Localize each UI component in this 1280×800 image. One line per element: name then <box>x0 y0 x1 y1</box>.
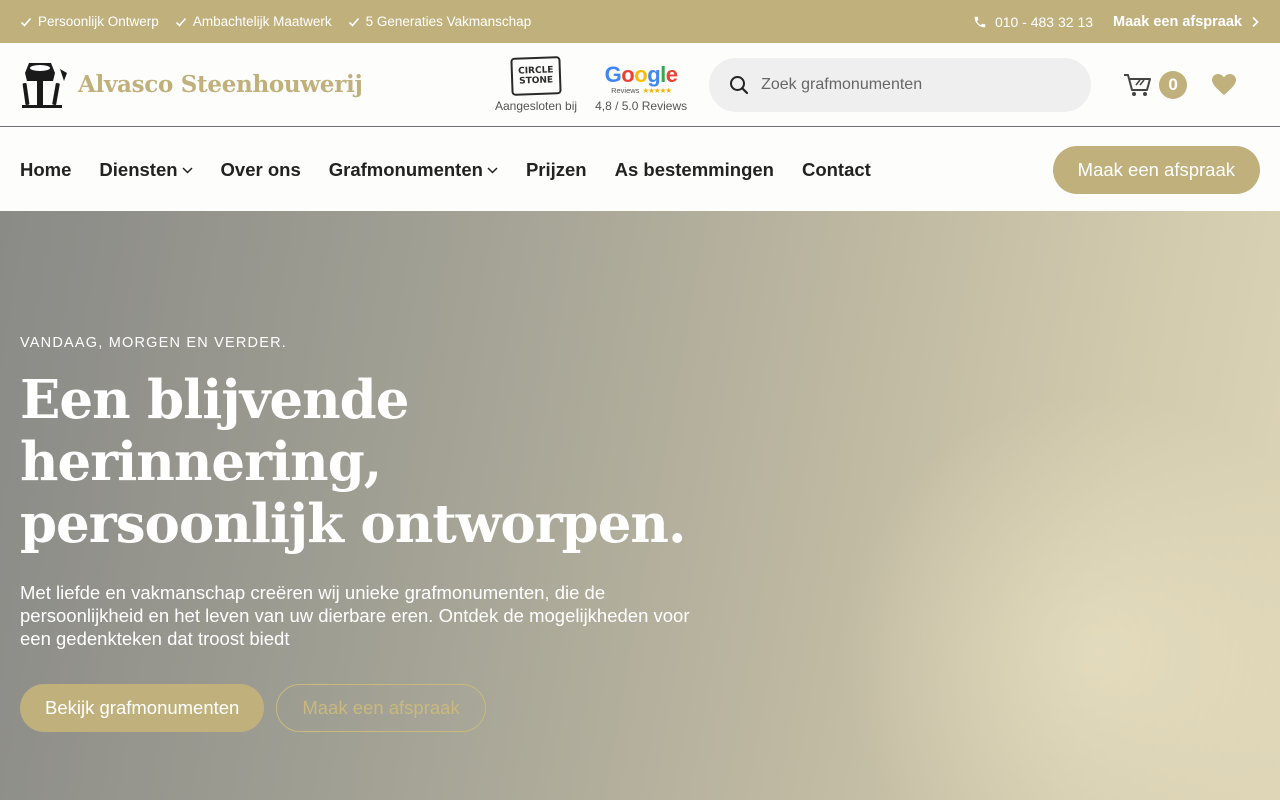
search-icon[interactable] <box>729 75 749 95</box>
nav-item-grafmonumenten[interactable]: Grafmonumenten <box>329 159 498 181</box>
hero-content: VANDAAG, MORGEN EN VERDER. Een blijvende… <box>20 335 740 732</box>
cart-button[interactable]: 0 <box>1123 70 1188 99</box>
nav-item-label: Home <box>20 158 72 180</box>
google-letter: o <box>621 61 635 87</box>
nav-item-label: Grafmonumenten <box>328 158 483 180</box>
google-letter: o <box>634 61 648 87</box>
check-icon <box>20 17 32 27</box>
search-input[interactable] <box>761 75 1062 94</box>
chevron-down-icon <box>487 166 498 174</box>
trust-badges: CIRCLE STONE Aangesloten bij Google Revi… <box>495 55 688 113</box>
circle-stone-badge[interactable]: CIRCLE STONE Aangesloten bij <box>495 55 578 113</box>
circle-stone-logo: CIRCLE STONE <box>510 55 562 96</box>
google-sub: Reviews ★★★★★ <box>611 85 672 95</box>
google-sub-label: Reviews <box>611 85 640 95</box>
nav-item-as-bestemmingen[interactable]: As bestemmingen <box>615 159 774 181</box>
site-logo[interactable]: Alvasco Steenhouwerij <box>20 59 380 111</box>
google-logo: Google Reviews ★★★★★ <box>604 61 678 95</box>
topbar-appointment-label: Maak een afspraak <box>1113 13 1242 30</box>
stonemason-tools-icon <box>22 62 67 108</box>
google-rating-caption: 4,8 / 5.0 Reviews <box>595 98 688 113</box>
hero-title-line1: Een blijvende herinnering, <box>20 369 409 493</box>
hero-appointment-button[interactable]: Maak een afspraak <box>276 684 486 732</box>
search-bar <box>709 57 1092 112</box>
circle-stone-line1: CIRCLE <box>518 64 554 77</box>
chevron-right-icon <box>1252 16 1259 27</box>
nav-item-prijzen[interactable]: Prijzen <box>526 159 587 181</box>
phone-link[interactable]: 010 - 483 32 13 <box>973 14 1093 30</box>
phone-icon <box>974 16 986 27</box>
google-wordmark: Google <box>604 61 678 87</box>
google-letter: G <box>604 61 622 87</box>
site-header: Alvasco Steenhouwerij CIRCLE STONE Aange… <box>0 43 1280 127</box>
usp-label: 5 Generaties Vakmanschap <box>365 14 532 29</box>
usp-item: 5 Generaties Vakmanschap <box>348 14 532 29</box>
google-reviews-badge[interactable]: Google Reviews ★★★★★ 4,8 / 5.0 Reviews <box>595 61 688 113</box>
nav-items: Home Diensten Over ons Grafmonumenten Pr… <box>20 159 871 181</box>
nav-appointment-button[interactable]: Maak een afspraak <box>1052 145 1260 194</box>
heart-icon[interactable] <box>1211 73 1237 97</box>
check-icon <box>175 17 186 27</box>
usp-label: Persoonlijk Ontwerp <box>38 14 159 29</box>
usp-label: Ambachtelijk Maatwerk <box>192 14 332 29</box>
main-navigation: Home Diensten Over ons Grafmonumenten Pr… <box>0 128 1280 211</box>
circle-stone-line2: STONE <box>519 74 554 87</box>
topbar-right: 010 - 483 32 13 Maak een afspraak <box>973 14 1260 30</box>
view-monuments-button[interactable]: Bekijk grafmonumenten <box>20 684 265 732</box>
usp-item: Persoonlijk Ontwerp <box>20 14 159 29</box>
topbar-appointment-link[interactable]: Maak een afspraak <box>1113 14 1260 30</box>
hero-actions: Bekijk grafmonumenten Maak een afspraak <box>20 684 740 732</box>
cart-count-badge: 0 <box>1159 70 1188 99</box>
logo-text: Alvasco Steenhouwerij <box>78 71 363 98</box>
circle-stone-caption: Aangesloten bij <box>495 98 578 113</box>
check-icon <box>348 17 359 27</box>
google-letter: e <box>665 61 678 87</box>
google-letter: g <box>647 61 661 87</box>
nav-item-contact[interactable]: Contact <box>802 159 871 181</box>
hero-description: Met liefde en vakmanschap creëren wij un… <box>20 582 690 649</box>
hero-eyebrow: VANDAAG, MORGEN EN VERDER. <box>20 335 287 351</box>
cart-icon <box>1124 73 1152 96</box>
nav-item-label: As bestemmingen <box>614 158 774 180</box>
top-bar: Persoonlijk Ontwerp Ambachtelijk Maatwer… <box>0 0 1280 43</box>
usp-item: Ambachtelijk Maatwerk <box>175 14 332 29</box>
nav-item-over-ons[interactable]: Over ons <box>221 159 301 181</box>
phone-number: 010 - 483 32 13 <box>994 13 1094 30</box>
nav-item-label: Over ons <box>220 158 301 180</box>
nav-item-diensten[interactable]: Diensten <box>99 158 193 181</box>
nav-item-home[interactable]: Home <box>20 159 71 181</box>
chevron-down-icon <box>182 166 193 174</box>
usp-list: Persoonlijk Ontwerp Ambachtelijk Maatwer… <box>20 14 531 29</box>
nav-item-label: Diensten <box>99 158 178 180</box>
hero-title-line2: persoonlijk ontworpen. <box>20 493 686 555</box>
hero-title: Een blijvende herinnering, persoonlijk o… <box>20 369 740 555</box>
nav-item-label: Contact <box>801 158 871 180</box>
hero-section: VANDAAG, MORGEN EN VERDER. Een blijvende… <box>0 211 1280 800</box>
google-stars: ★★★★★ <box>642 85 672 95</box>
nav-item-label: Prijzen <box>525 158 587 180</box>
